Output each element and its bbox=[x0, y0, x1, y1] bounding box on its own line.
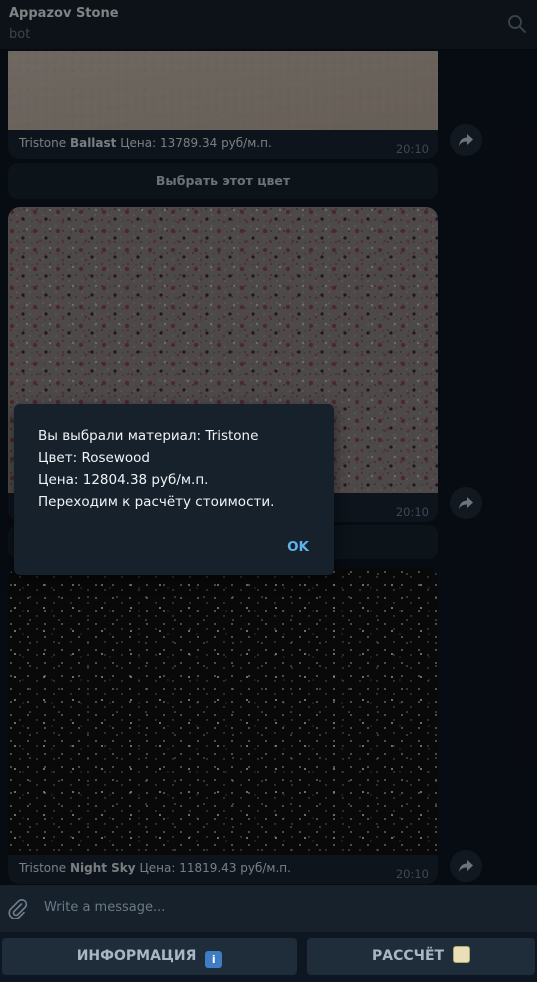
alert-dialog: Вы выбрали материал: Tristone Цвет: Rose… bbox=[14, 404, 334, 575]
ok-button[interactable]: OK bbox=[287, 539, 309, 555]
keyboard-button-info[interactable]: ИНФОРМАЦИЯ i bbox=[2, 938, 297, 975]
keyboard-button-label: ИНФОРМАЦИЯ bbox=[76, 948, 197, 964]
info-icon: i bbox=[205, 951, 223, 968]
memo-icon bbox=[452, 946, 470, 963]
dialog-line-color: Цвет: Rosewood bbox=[38, 450, 150, 466]
message-input-bar: Write a message... bbox=[0, 885, 537, 932]
dialog-line-price: Цена: 12804.38 руб/м.п. bbox=[38, 472, 209, 488]
keyboard-button-calculate[interactable]: РАССЧЁТ bbox=[307, 938, 535, 975]
keyboard-button-label: РАССЧЁТ bbox=[372, 948, 445, 964]
bot-keyboard: ИНФОРМАЦИЯ i РАССЧЁТ bbox=[0, 932, 537, 982]
attach-icon[interactable] bbox=[6, 897, 28, 919]
dialog-line-next: Переходим к расчёту стоимости. bbox=[38, 494, 275, 510]
message-input[interactable]: Write a message... bbox=[44, 900, 165, 915]
dialog-line-material: Вы выбрали материал: Tristone bbox=[38, 428, 259, 444]
